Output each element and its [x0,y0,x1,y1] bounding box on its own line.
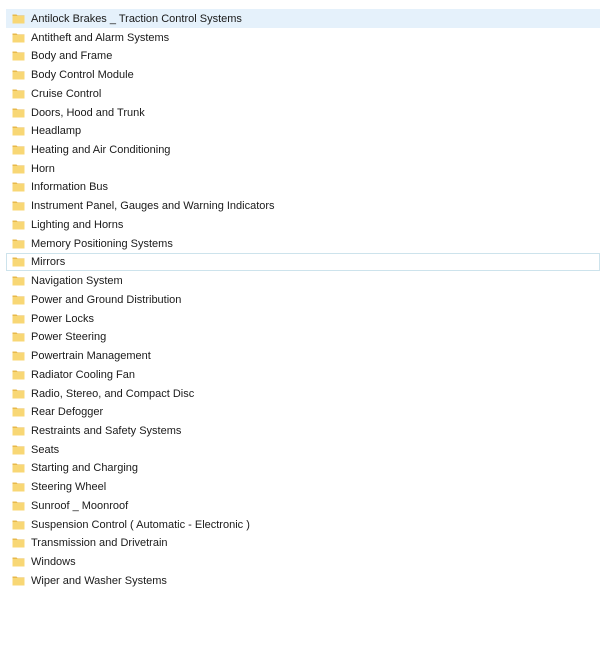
folder-item[interactable]: Antilock Brakes _ Traction Control Syste… [6,9,600,28]
folder-item[interactable]: Body Control Module [6,65,600,84]
folder-icon [7,181,31,192]
folder-icon [7,537,31,548]
folder-item[interactable]: Rear Defogger [6,402,600,421]
folder-item[interactable]: Powertrain Management [6,346,600,365]
folder-icon [7,519,31,530]
folder-label: Horn [31,162,55,175]
folder-item[interactable]: Power and Ground Distribution [6,290,600,309]
folder-label: Heating and Air Conditioning [31,144,171,156]
folder-label: Doors, Hood and Trunk [31,106,145,119]
folder-icon [7,444,31,455]
folder-label: Body Control Module [31,69,134,82]
folder-label: Restraints and Safety Systems [31,425,182,438]
folder-icon [7,575,31,586]
folder-icon [7,481,31,492]
folder-label: Suspension Control ( Automatic - Electro… [31,518,250,531]
folder-icon [7,238,31,249]
folder-item[interactable]: Wiper and Washer Systems [6,571,600,590]
folder-label: Seats [31,443,60,456]
folder-label: Navigation System [31,275,123,288]
folder-item[interactable]: Restraints and Safety Systems [6,421,600,440]
folder-icon [7,200,31,211]
folder-icon [7,350,31,361]
folder-item[interactable]: Instrument Panel, Gauges and Warning Ind… [6,196,600,215]
folder-icon [7,313,31,324]
folder-item[interactable]: Transmission and Drivetrain [6,534,600,553]
folder-item[interactable]: Heating and Air Conditioning [6,140,600,159]
folder-icon [7,256,31,267]
folder-icon [7,50,31,61]
folder-label: Power and Ground Distribution [31,293,182,306]
folder-label: Transmission and Drivetrain [31,537,168,550]
folder-item[interactable]: Steering Wheel [6,477,600,496]
folder-label: Information Bus [31,181,109,194]
folder-icon [7,69,31,80]
folder-icon [7,144,31,155]
folder-icon [7,500,31,511]
folder-icon [7,425,31,436]
folder-label: Headlamp [31,125,82,138]
folder-label: Antitheft and Alarm Systems [31,31,170,44]
folder-item[interactable]: Lighting and Horns [6,215,600,234]
folder-label: Starting and Charging [31,462,139,475]
folder-label: Sunroof _ Moonroof [31,499,129,512]
folder-label: Instrument Panel, Gauges and Warning Ind… [31,200,275,213]
folder-list: Antilock Brakes _ Traction Control Syste… [6,9,600,590]
folder-label: Memory Positioning Systems [31,237,173,250]
folder-icon [7,219,31,230]
folder-item[interactable]: Headlamp [6,121,600,140]
folder-item[interactable]: Radiator Cooling Fan [6,365,600,384]
folder-item[interactable]: Starting and Charging [6,459,600,478]
folder-item[interactable]: Information Bus [6,178,600,197]
folder-item[interactable]: Navigation System [6,271,600,290]
folder-label: Rear Defogger [31,406,104,419]
folder-label: Radio, Stereo, and Compact Disc [31,387,195,400]
folder-icon [7,275,31,286]
folder-item[interactable]: Antitheft and Alarm Systems [6,28,600,47]
folder-item[interactable]: Sunroof _ Moonroof [6,496,600,515]
folder-item[interactable]: Radio, Stereo, and Compact Disc [6,384,600,403]
folder-item[interactable]: Power Steering [6,327,600,346]
folder-label: Radiator Cooling Fan [31,368,135,381]
folder-item[interactable]: Suspension Control ( Automatic - Electro… [6,515,600,534]
folder-icon [7,294,31,305]
folder-icon [7,369,31,380]
folder-label: Powertrain Management [31,350,151,363]
folder-icon [7,107,31,118]
folder-label: Wiper and Washer Systems [31,574,167,587]
folder-item[interactable]: Horn [6,159,600,178]
folder-icon [7,406,31,417]
folder-label: Windows [31,556,76,569]
folder-icon [7,462,31,473]
folder-label: Body and Frame [31,50,113,63]
folder-icon [7,88,31,99]
folder-icon [7,32,31,43]
folder-icon [7,331,31,342]
folder-item[interactable]: Power Locks [6,309,600,328]
folder-icon [7,556,31,567]
folder-icon [7,388,31,399]
folder-item[interactable]: Body and Frame [6,46,600,65]
folder-item[interactable]: Seats [6,440,600,459]
folder-item[interactable]: Mirrors [6,252,600,272]
folder-label: Antilock Brakes _ Traction Control Syste… [31,12,242,25]
folder-label: Cruise Control [31,87,102,100]
folder-item[interactable]: Windows [6,552,600,571]
folder-label: Power Locks [31,312,94,325]
folder-label: Power Steering [31,331,107,344]
folder-icon [7,163,31,174]
folder-item[interactable]: Doors, Hood and Trunk [6,103,600,122]
folder-item[interactable]: Memory Positioning Systems [6,234,600,253]
folder-icon [7,13,31,24]
folder-label: Steering Wheel [31,481,107,494]
folder-icon [7,125,31,136]
folder-label: Lighting and Horns [31,218,124,231]
folder-label: Mirrors [31,256,66,269]
folder-item[interactable]: Cruise Control [6,84,600,103]
